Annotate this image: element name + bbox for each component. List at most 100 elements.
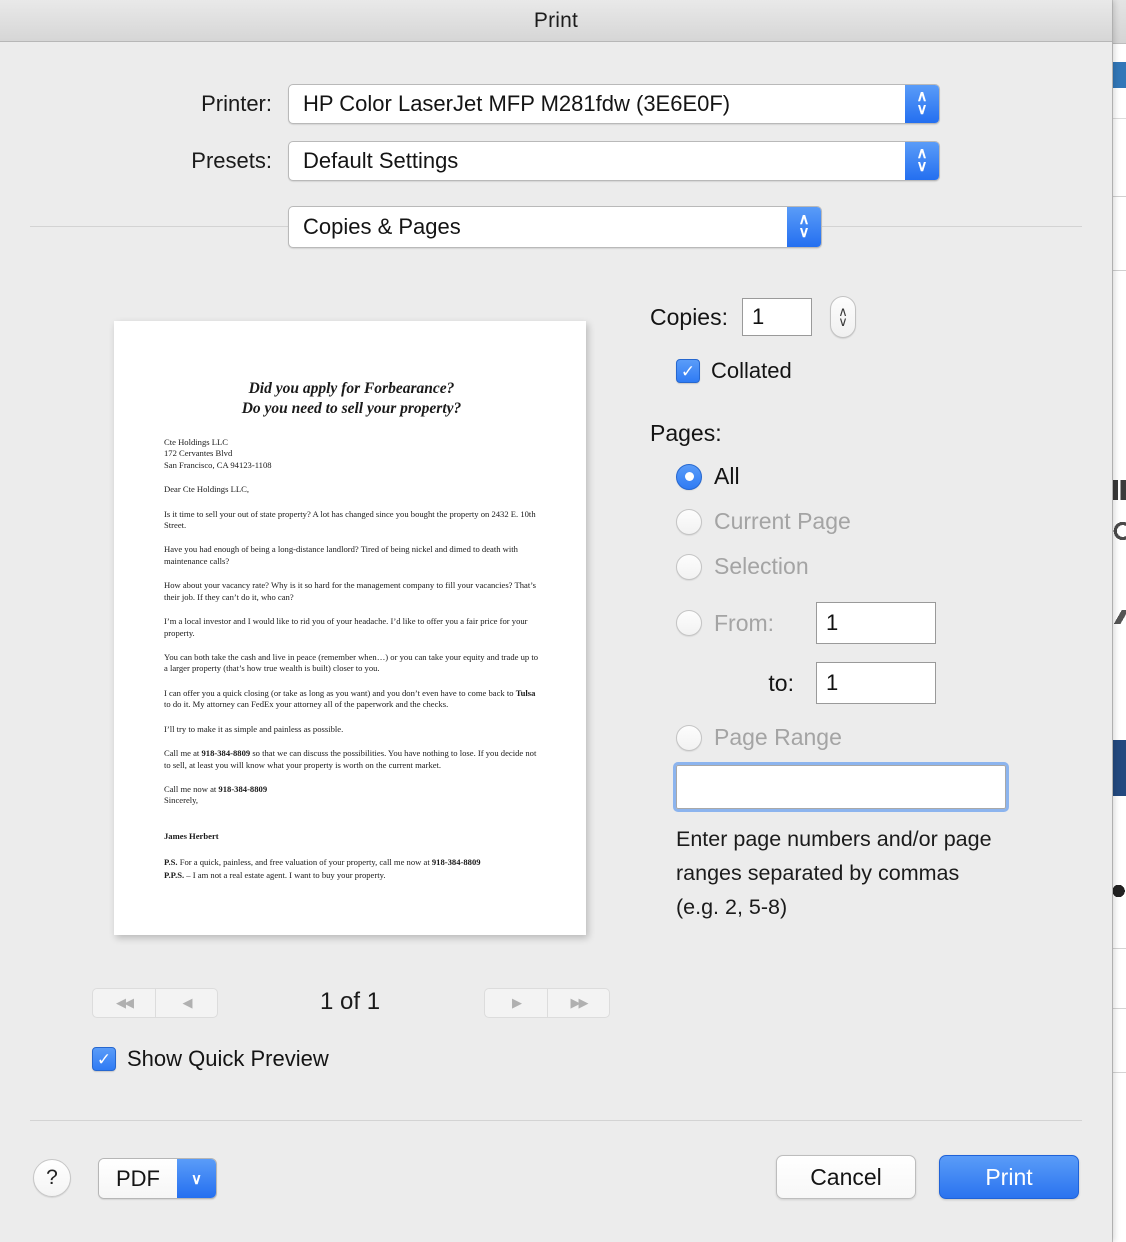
collated-checkbox[interactable]: ✓ <box>676 359 700 383</box>
background-window-text-fragment <box>1113 880 1126 902</box>
pages-option-selection: Selection <box>676 553 1070 580</box>
radio-page-range-icon <box>676 725 702 751</box>
pager-forward-group[interactable]: ▶ ▶▶ <box>484 988 610 1018</box>
question-mark-icon: ? <box>46 1166 58 1190</box>
show-quick-preview-row[interactable]: ✓ Show Quick Preview <box>92 1046 329 1072</box>
print-dialog: Print Printer: HP Color LaserJet MFP M28… <box>0 0 1112 1242</box>
document-heading: Did you apply for Forbearance? Do you ne… <box>164 379 539 420</box>
document-address: Cte Holdings LLC 172 Cervantes Blvd San … <box>164 437 539 471</box>
background-window-text-fragment <box>1113 480 1126 500</box>
address-line-2: 172 Cervantes Blvd <box>164 448 539 459</box>
dialog-titlebar: Print <box>0 0 1112 42</box>
printer-popup-button[interactable]: HP Color LaserJet MFP M281fdw (3E6E0F) ∧… <box>288 84 940 124</box>
preview-pager: ◀◀ ◀ 1 of 1 ▶ ▶▶ <box>92 988 612 1018</box>
radio-from-icon <box>676 610 702 636</box>
pages-option-from: From: 1 <box>676 602 1070 644</box>
previous-page-button[interactable]: ◀ <box>155 989 217 1017</box>
address-line-1: Cte Holdings LLC <box>164 437 539 448</box>
section-divider-bottom <box>30 1120 1082 1121</box>
show-quick-preview-label: Show Quick Preview <box>127 1046 329 1072</box>
copies-value: 1 <box>752 304 764 330</box>
document-call-now: Call me now at 918-384-8809 <box>164 784 539 795</box>
presets-row: Presets: Default Settings ∧ ∨ <box>0 141 940 181</box>
to-page-value: 1 <box>826 670 838 696</box>
pages-option-page-range: Page Range <box>676 724 1070 751</box>
chevron-down-glyph: ∨ <box>917 104 928 117</box>
checkmark-icon: ✓ <box>681 363 695 380</box>
last-page-button[interactable]: ▶▶ <box>547 989 609 1017</box>
background-window-row-divider <box>1113 270 1126 271</box>
pages-option-all[interactable]: All <box>676 463 1070 490</box>
pages-option-current-page-label: Current Page <box>714 508 851 535</box>
pane-popup-button[interactable]: Copies & Pages ∧ ∨ <box>288 206 822 248</box>
pages-to-label: to: <box>702 670 794 697</box>
collated-label: Collated <box>711 358 792 384</box>
document-signature: James Herbert <box>164 831 539 841</box>
document-heading-line1: Did you apply for Forbearance? <box>164 379 539 399</box>
document-paragraph: I’ll try to make it as simple and painle… <box>164 724 539 735</box>
document-paragraph: You can both take the cash and live in p… <box>164 652 539 675</box>
chevron-down-glyph: ∨ <box>917 161 928 174</box>
pages-to-row: to: 1 <box>676 662 1070 704</box>
chevron-updown-icon: ∧ ∨ <box>787 207 821 247</box>
to-page-input[interactable]: 1 <box>816 662 936 704</box>
presets-popup-button[interactable]: Default Settings ∧ ∨ <box>288 141 940 181</box>
first-page-button[interactable]: ◀◀ <box>93 989 155 1017</box>
copies-stepper[interactable]: ∧ ∨ <box>830 296 856 338</box>
radio-current-page-icon <box>676 509 702 535</box>
background-window-text-fragment <box>1113 610 1126 624</box>
background-window-row-divider <box>1113 1072 1126 1073</box>
chevron-down-icon[interactable]: ∨ <box>177 1159 216 1198</box>
pages-option-current-page: Current Page <box>676 508 1070 535</box>
document-paragraph: I’m a local investor and I would like to… <box>164 616 539 639</box>
document-paragraph: I can offer you a quick closing (or take… <box>164 688 539 711</box>
next-page-button[interactable]: ▶ <box>485 989 547 1017</box>
pdf-menu-button[interactable]: PDF ∨ <box>98 1158 217 1199</box>
document-paragraph: Have you had enough of being a long-dist… <box>164 544 539 567</box>
from-page-value: 1 <box>826 610 838 636</box>
copies-row: Copies: 1 ∧ ∨ <box>650 296 1070 338</box>
chevron-down-glyph: ∨ <box>799 227 810 240</box>
document-heading-line2: Do you need to sell your property? <box>164 399 539 419</box>
dialog-title: Print <box>534 9 578 33</box>
background-window-row-divider <box>1113 948 1126 949</box>
print-button[interactable]: Print <box>939 1155 1079 1199</box>
pages-option-page-range-label: Page Range <box>714 724 842 751</box>
background-window-row-divider <box>1113 196 1126 197</box>
from-page-input[interactable]: 1 <box>816 602 936 644</box>
pager-back-group[interactable]: ◀◀ ◀ <box>92 988 218 1018</box>
background-window-text-fragment <box>1113 520 1126 542</box>
document-paragraph: Is it time to sell your out of state pro… <box>164 509 539 532</box>
document-paragraph: Call me at 918-384-8809 so that we can d… <box>164 748 539 771</box>
pages-option-all-label: All <box>714 463 740 490</box>
background-window-highlight-block <box>1113 740 1126 796</box>
printer-value: HP Color LaserJet MFP M281fdw (3E6E0F) <box>289 91 905 117</box>
radio-all-icon[interactable] <box>676 464 702 490</box>
cancel-button[interactable]: Cancel <box>776 1155 916 1199</box>
background-window <box>1112 0 1126 1242</box>
pages-option-from-label: From: <box>714 610 806 637</box>
presets-value: Default Settings <box>289 148 905 174</box>
background-window-row-divider <box>1113 118 1126 119</box>
background-window-row-divider <box>1113 1008 1126 1009</box>
printer-label: Printer: <box>0 91 272 117</box>
help-button[interactable]: ? <box>33 1159 71 1197</box>
pdf-button-label: PDF <box>99 1159 177 1198</box>
address-line-3: San Francisco, CA 94123-1108 <box>164 460 539 471</box>
document-salutation: Dear Cte Holdings LLC, <box>164 484 539 495</box>
copies-and-pages-panel: Copies: 1 ∧ ∨ ✓ Collated Pages: All <box>650 296 1070 925</box>
stepper-down-icon[interactable]: ∨ <box>838 317 848 327</box>
copies-input[interactable]: 1 <box>742 298 812 336</box>
dialog-footer: ? PDF ∨ Cancel Print <box>0 1155 1112 1215</box>
collated-row[interactable]: ✓ Collated <box>676 358 1070 384</box>
page-range-input[interactable] <box>676 765 1006 809</box>
chevron-updown-icon: ∧ ∨ <box>905 142 939 180</box>
show-quick-preview-checkbox[interactable]: ✓ <box>92 1047 116 1071</box>
print-preview-page[interactable]: Did you apply for Forbearance? Do you ne… <box>114 321 586 935</box>
document-pps: P.P.S. – I am not a real estate agent. I… <box>164 870 539 882</box>
copies-label: Copies: <box>650 304 728 331</box>
preview-document-content: Did you apply for Forbearance? Do you ne… <box>114 321 586 935</box>
printer-row: Printer: HP Color LaserJet MFP M281fdw (… <box>0 84 940 124</box>
presets-label: Presets: <box>0 148 272 174</box>
page-range-hint: Enter page numbers and/or page ranges se… <box>676 823 1006 925</box>
